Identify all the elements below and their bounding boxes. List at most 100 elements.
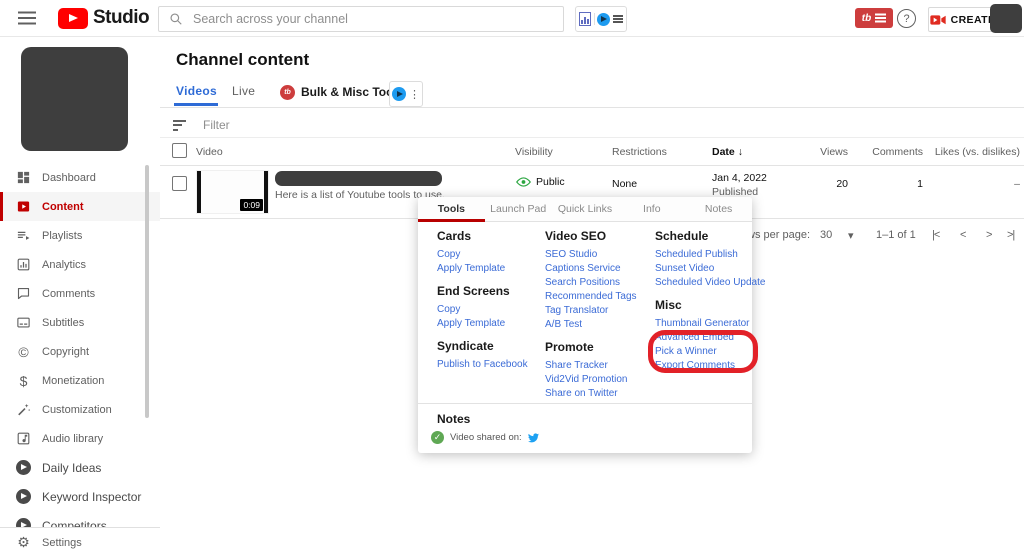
link-apply-template-cards[interactable]: Apply Template — [437, 262, 545, 276]
link-recommended-tags[interactable]: Recommended Tags — [545, 290, 655, 304]
column-header-video[interactable]: Video — [196, 146, 223, 158]
link-share-tracker[interactable]: Share Tracker — [545, 359, 655, 373]
sidebar-item-settings[interactable]: ⚙ Settings — [0, 528, 160, 549]
twitter-icon — [527, 432, 539, 442]
customization-icon — [15, 401, 32, 418]
account-avatar[interactable] — [990, 4, 1022, 33]
likes-cell: – — [1014, 178, 1020, 190]
column-header-likes[interactable]: Likes (vs. dislikes) — [935, 146, 1020, 158]
column-header-restrictions[interactable]: Restrictions — [612, 146, 667, 158]
link-captions-service[interactable]: Captions Service — [545, 262, 655, 276]
sidebar-item-audio-library[interactable]: Audio library — [0, 424, 160, 453]
link-thumbnail-generator[interactable]: Thumbnail Generator — [655, 317, 755, 331]
link-pick-a-winner[interactable]: Pick a Winner — [655, 345, 755, 359]
search-icon — [170, 13, 182, 25]
sidebar-item-keyword-inspector[interactable]: Keyword Inspector — [0, 482, 160, 511]
link-apply-template-end-screens[interactable]: Apply Template — [437, 317, 545, 331]
search-input[interactable] — [191, 11, 563, 27]
channel-search[interactable] — [158, 6, 564, 32]
popup-tab-tools[interactable]: Tools — [418, 197, 485, 221]
stats-extension-icon[interactable] — [578, 12, 591, 26]
link-ab-test[interactable]: A/B Test — [545, 318, 655, 332]
link-export-comments[interactable]: Export Comments — [655, 359, 755, 373]
column-header-comments[interactable]: Comments — [872, 146, 923, 158]
link-seo-studio[interactable]: SEO Studio — [545, 248, 655, 262]
sidebar-item-content[interactable]: Content — [0, 192, 160, 221]
create-button[interactable]: CREATE — [928, 7, 997, 32]
select-all-checkbox[interactable] — [172, 143, 187, 158]
popup-tab-launch-pad[interactable]: Launch Pad — [485, 197, 552, 221]
column-header-views[interactable]: Views — [820, 146, 848, 158]
sidebar-item-monetization[interactable]: $ Monetization — [0, 366, 160, 395]
popup-tab-bar: Tools Launch Pad Quick Links Info Notes — [418, 197, 752, 222]
vidiq-extension-icon[interactable] — [597, 12, 611, 26]
sidebar-item-label: Content — [42, 200, 84, 213]
vidiq-menu-button[interactable]: ⋮ — [389, 81, 423, 107]
sidebar-menu: Dashboard Content Playlists Analytics Co… — [0, 163, 160, 540]
section-title: Schedule — [655, 229, 709, 243]
dropdown-arrow-icon[interactable]: ▾ — [848, 229, 854, 242]
studio-logo[interactable]: Studio — [58, 7, 150, 29]
sidebar-item-comments[interactable]: Comments — [0, 279, 160, 308]
monetization-icon: $ — [19, 372, 28, 389]
top-bar: Studio tb ? CREATE — [0, 0, 1024, 37]
section-end-screens: End Screens Copy Apply Template — [437, 284, 545, 331]
video-thumbnail[interactable]: 0:09 — [196, 170, 269, 214]
section-title: Promote — [545, 340, 594, 354]
menu-icon[interactable] — [18, 17, 36, 19]
link-copy-end-screens[interactable]: Copy — [437, 303, 545, 317]
section-title: Misc — [655, 298, 682, 312]
extension-toolbar — [575, 6, 627, 32]
popup-active-tab-underline — [418, 219, 485, 222]
sidebar-item-dashboard[interactable]: Dashboard — [0, 163, 160, 192]
popup-tab-notes[interactable]: Notes — [685, 197, 752, 221]
link-sunset-video[interactable]: Sunset Video — [655, 262, 755, 276]
section-syndicate: Syndicate Publish to Facebook — [437, 339, 545, 372]
sidebar-scrollbar[interactable] — [145, 165, 149, 418]
column-header-visibility[interactable]: Visibility — [515, 146, 553, 158]
letterbox-bar — [197, 171, 201, 213]
sidebar-item-daily-ideas[interactable]: Daily Ideas — [0, 453, 160, 482]
link-tag-translator[interactable]: Tag Translator — [545, 304, 655, 318]
popup-tab-info[interactable]: Info — [618, 197, 685, 221]
section-title: Cards — [437, 229, 472, 243]
link-copy-cards[interactable]: Copy — [437, 248, 545, 262]
rows-per-page-select[interactable]: 30 — [820, 229, 832, 241]
tab-live[interactable]: Live — [232, 84, 255, 98]
tubebuddy-toolbar-button[interactable]: tb — [855, 8, 893, 28]
extension-menu-icon[interactable] — [613, 18, 624, 20]
row-checkbox[interactable] — [172, 176, 187, 191]
sidebar-item-customization[interactable]: Customization — [0, 395, 160, 424]
video-title-redacted[interactable] — [275, 171, 442, 186]
sidebar-item-playlists[interactable]: Playlists — [0, 221, 160, 250]
link-advanced-embed[interactable]: Advanced Embed — [655, 331, 755, 345]
link-publish-to-facebook[interactable]: Publish to Facebook — [437, 358, 545, 372]
public-eye-icon — [516, 177, 531, 187]
link-vid2vid-promotion[interactable]: Vid2Vid Promotion — [545, 373, 655, 387]
channel-avatar-redacted[interactable] — [21, 47, 128, 151]
link-scheduled-publish[interactable]: Scheduled Publish — [655, 248, 755, 262]
link-share-on-twitter[interactable]: Share on Twitter — [545, 387, 655, 401]
popup-tab-quick-links[interactable]: Quick Links — [552, 197, 619, 221]
visibility-cell[interactable]: Public — [516, 176, 565, 188]
sidebar-item-label: Comments — [42, 287, 96, 300]
videocam-icon — [929, 14, 946, 25]
link-search-positions[interactable]: Search Positions — [545, 276, 655, 290]
first-page-icon[interactable]: |< — [932, 229, 940, 241]
audio-library-icon — [15, 430, 32, 447]
sidebar-item-copyright[interactable]: © Copyright — [0, 337, 160, 366]
prev-page-icon[interactable]: < — [960, 229, 967, 241]
sidebar-item-analytics[interactable]: Analytics — [0, 250, 160, 279]
content-icon — [15, 198, 32, 215]
next-page-icon[interactable]: > — [986, 229, 993, 241]
tab-videos[interactable]: Videos — [176, 84, 217, 98]
filter-bar[interactable]: Filter — [160, 112, 1024, 138]
column-header-date[interactable]: Date ↓ — [712, 146, 743, 158]
link-scheduled-video-update[interactable]: Scheduled Video Update — [655, 276, 765, 290]
settings-gear-icon: ⚙ — [17, 534, 30, 549]
last-page-icon[interactable]: >| — [1007, 229, 1015, 241]
help-button[interactable]: ? — [897, 9, 916, 28]
section-video-seo: Video SEO SEO Studio Captions Service Se… — [545, 229, 655, 332]
views-cell: 20 — [836, 178, 848, 190]
sidebar-item-subtitles[interactable]: Subtitles — [0, 308, 160, 337]
